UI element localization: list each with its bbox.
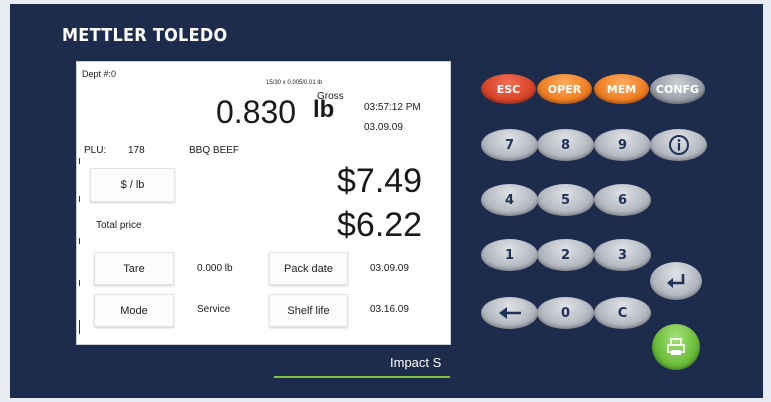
- shelf-life-button[interactable]: Shelf life: [269, 294, 348, 327]
- scale-panel: METTLER TOLEDO Dept #:0 15/30 x 0.005/0.…: [10, 4, 763, 398]
- accent-line: [274, 376, 450, 378]
- total-price-label: Total price: [96, 220, 142, 231]
- mode-button[interactable]: Mode: [94, 294, 174, 327]
- key-5[interactable]: 5: [537, 184, 594, 216]
- frame-tick: [79, 280, 80, 286]
- key-2[interactable]: 2: [537, 239, 594, 271]
- info-key[interactable]: [650, 129, 707, 161]
- clock-date: 03.09.09: [364, 122, 403, 133]
- clock-time: 03:57:12 PM: [364, 102, 421, 113]
- info-icon: [668, 135, 689, 155]
- clear-key[interactable]: C: [594, 297, 651, 329]
- tare-value: 0.000 lb: [197, 263, 233, 274]
- shelf-life-value: 03.16.09: [370, 304, 409, 315]
- display-screen: Dept #:0 15/30 x 0.005/0.01 lb 0.830 Gro…: [76, 61, 451, 345]
- esc-key[interactable]: ESC: [481, 74, 536, 104]
- mode-value: Service: [197, 304, 231, 315]
- dept-label: Dept #:0: [82, 69, 117, 79]
- tare-button[interactable]: Tare: [94, 252, 174, 285]
- enter-key[interactable]: [650, 262, 702, 300]
- key-9[interactable]: 9: [594, 129, 651, 161]
- key-3[interactable]: 3: [594, 239, 651, 271]
- weight-unit: lb: [313, 96, 335, 123]
- key-4[interactable]: 4: [481, 184, 538, 216]
- enter-icon: [667, 274, 685, 288]
- brand-logo: METTLER TOLEDO: [62, 26, 228, 46]
- unit-price-button[interactable]: $ / lb: [90, 168, 175, 202]
- key-1[interactable]: 1: [481, 239, 538, 271]
- key-7[interactable]: 7: [481, 129, 538, 161]
- frame-tick: [79, 158, 80, 164]
- capacity-label: 15/30 x 0.005/0.01 lb: [266, 80, 323, 86]
- product-name: BBQ BEEF: [189, 145, 240, 156]
- plu-label: PLU:: [84, 145, 107, 156]
- weight-value: 0.830: [216, 94, 297, 130]
- key-8[interactable]: 8: [537, 129, 594, 161]
- backspace-key[interactable]: [481, 297, 538, 329]
- oper-key[interactable]: OPER: [537, 74, 592, 104]
- config-key[interactable]: CONFG: [650, 74, 705, 104]
- frame-tick: [79, 320, 80, 334]
- backspace-icon: [498, 307, 521, 319]
- print-icon: [667, 338, 685, 355]
- key-6[interactable]: 6: [594, 184, 651, 216]
- unit-price: $7.49: [337, 162, 423, 200]
- key-0[interactable]: 0: [537, 297, 594, 329]
- mem-key[interactable]: MEM: [594, 74, 649, 104]
- frame-tick: [79, 196, 80, 202]
- total-price: $6.22: [337, 206, 423, 244]
- pack-date-value: 03.09.09: [370, 263, 409, 274]
- print-key[interactable]: [652, 324, 700, 370]
- plu-number: 178: [128, 145, 145, 156]
- model-label: Impact S: [390, 355, 442, 370]
- pack-date-button[interactable]: Pack date: [269, 252, 348, 285]
- frame-tick: [79, 238, 80, 244]
